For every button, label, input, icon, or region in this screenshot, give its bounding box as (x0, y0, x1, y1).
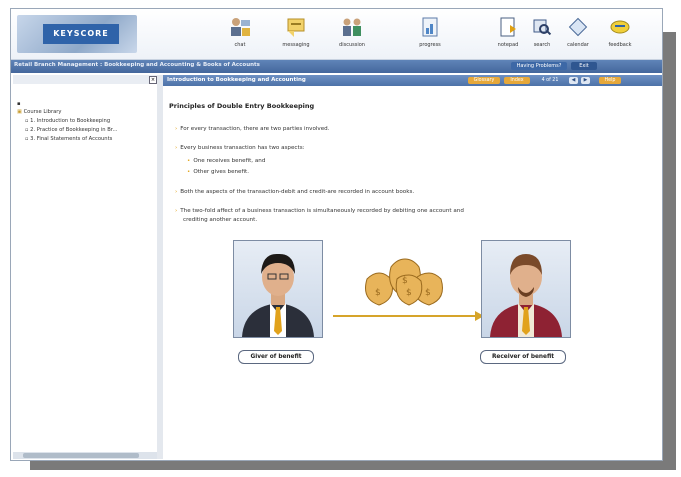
messaging-icon (273, 15, 319, 39)
tree-root[interactable]: ▣ Course Library (17, 108, 157, 117)
help-button[interactable]: Help (599, 77, 621, 84)
exit-button[interactable]: Exit (571, 62, 597, 70)
progress-icon (407, 15, 453, 39)
tree-item[interactable]: ▫ 3. Final Statements of Accounts (17, 135, 165, 144)
bullet-icon: › (175, 208, 178, 214)
transfer-arrow (333, 315, 477, 317)
bullet-icon: • (187, 158, 191, 164)
bullet-item: › For every transaction, there are two pa… (175, 126, 330, 132)
feedback-icon (597, 15, 643, 39)
bullet-item: › Both the aspects of the transaction-deb… (175, 189, 415, 195)
tool-calendar[interactable]: calendar (555, 15, 601, 48)
panel-topbar: × (13, 75, 159, 84)
giver-illustration (233, 240, 323, 338)
breadcrumb-text: Retail Branch Management : Bookkeeping a… (14, 62, 260, 68)
bullet-continuation: crediting another account. (183, 217, 258, 223)
bullet-icon: › (175, 126, 178, 132)
giver-label: Giver of benefit (238, 350, 314, 364)
receiver-illustration (481, 240, 571, 338)
next-arrow-icon[interactable]: ▶ (581, 77, 590, 84)
bullet-icon: › (175, 189, 178, 195)
svg-text:$: $ (375, 288, 381, 298)
tool-label: discussion (339, 42, 365, 48)
tool-label: messaging (282, 42, 310, 48)
tree-folder-icon: ▪ (17, 101, 21, 107)
app-window: KEYSCORE chat messaging discussion progr… (10, 8, 663, 461)
scrollbar-thumb[interactable] (23, 453, 139, 458)
money-bags-illustration: $ $ $ $ (357, 249, 453, 309)
logo-text: KEYSCORE (43, 24, 119, 44)
index-button[interactable]: Index (504, 77, 530, 84)
svg-text:$: $ (406, 288, 412, 298)
tool-progress[interactable]: progress (407, 15, 453, 48)
calendar-icon (555, 15, 601, 39)
tool-discussion[interactable]: discussion (329, 15, 375, 48)
sub-bullet-item: • Other gives benefit. (187, 169, 249, 175)
course-tree-panel: × ▪ ▣ Course Library ▫ 1. Introduction t… (13, 75, 160, 459)
svg-text:$: $ (402, 276, 408, 286)
breadcrumb: Retail Branch Management : Bookkeeping a… (11, 60, 662, 73)
bullet-icon: • (187, 169, 191, 175)
logo: KEYSCORE (17, 15, 137, 53)
content-header-title: Introduction to Bookkeeping and Accounti… (167, 77, 306, 83)
discussion-icon (329, 15, 375, 39)
glossary-button[interactable]: Glossary (468, 77, 500, 84)
collapse-panel-button[interactable]: × (149, 76, 157, 84)
page-title: Principles of Double Entry Bookkeeping (169, 102, 315, 110)
tree-item[interactable]: ▫ 1. Introduction to Bookkeeping (17, 117, 165, 126)
tool-label: chat (234, 42, 246, 48)
content-area: Principles of Double Entry Bookkeeping ›… (163, 86, 662, 459)
having-problems-button[interactable]: Having Problems? (511, 62, 567, 70)
course-tree: ▪ ▣ Course Library ▫ 1. Introduction to … (17, 100, 165, 144)
horizontal-scrollbar[interactable] (13, 452, 157, 459)
tree-item[interactable]: ▫ 2. Practice of Bookkeeping in Br... (17, 126, 165, 135)
content-header: Introduction to Bookkeeping and Accounti… (163, 75, 662, 86)
tool-messaging[interactable]: messaging (273, 15, 319, 48)
tool-label: progress (419, 42, 441, 48)
prev-arrow-icon[interactable]: ◀ (569, 77, 578, 84)
page-indicator: 4 of 21 (541, 78, 559, 83)
tool-feedback[interactable]: feedback (597, 15, 643, 48)
sub-bullet-item: • One receives benefit, and (187, 158, 266, 164)
svg-text:$: $ (425, 288, 431, 298)
receiver-label: Receiver of benefit (480, 350, 566, 364)
top-toolbar: KEYSCORE chat messaging discussion progr… (11, 9, 662, 60)
tool-label: calendar (567, 42, 589, 48)
chat-icon (217, 15, 263, 39)
tool-label: feedback (608, 42, 632, 48)
bullet-item: › Every business transaction has two aspe… (175, 145, 305, 151)
bullet-icon: › (175, 145, 178, 151)
tool-chat[interactable]: chat (217, 15, 263, 48)
bullet-item: › The two-fold affect of a business trans… (175, 208, 464, 214)
